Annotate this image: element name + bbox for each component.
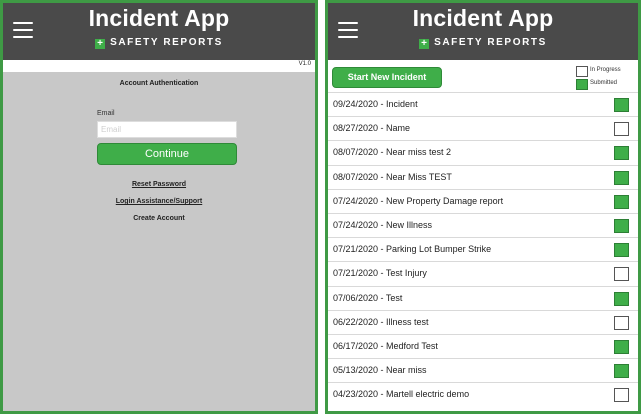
incident-label: 08/07/2020 - Near Miss TEST [333, 171, 452, 182]
in-progress-swatch [576, 66, 588, 77]
list-item[interactable]: 07/06/2020 - Test [328, 285, 638, 310]
email-label: Email [97, 110, 115, 117]
version-bar: V1.0 [3, 60, 315, 72]
list-item[interactable]: 07/21/2020 - Test Injury [328, 261, 638, 285]
incident-list: 09/24/2020 - Incident 08/27/2020 - Name 08… [328, 92, 638, 406]
incident-label: 08/07/2020 - Near miss test 2 [333, 147, 452, 158]
create-account-link[interactable]: Create Account [3, 215, 315, 222]
legend-submitted: Submitted [576, 78, 638, 91]
list-item[interactable]: 08/07/2020 - Near miss test 2 [328, 140, 638, 164]
list-item[interactable]: 06/17/2020 - Medford Test [328, 333, 638, 358]
plus-icon: + [419, 39, 430, 49]
status-indicator [614, 122, 629, 137]
status-indicator [614, 267, 629, 282]
login-screen: Incident App + SAFETY REPORTS V1.0 Accoun… [0, 0, 318, 414]
incident-label: 07/24/2020 - New Illness [333, 219, 433, 230]
start-new-incident-button[interactable]: Start New Incident [332, 67, 442, 88]
list-item[interactable]: 04/23/2020 - Martell electric demo [328, 382, 638, 406]
login-panel: Account Authentication Email Continue Re… [3, 72, 315, 411]
in-progress-label: In Progress [590, 67, 621, 73]
app-header: Incident App + SAFETY REPORTS [3, 3, 315, 60]
incident-label: 06/22/2020 - Illness test [333, 316, 429, 327]
incident-label: 07/06/2020 - Test [333, 292, 403, 303]
status-indicator [614, 388, 629, 403]
status-indicator [614, 98, 629, 112]
reset-password-link[interactable]: Reset Password [3, 181, 315, 188]
app-subtitle: + SAFETY REPORTS [3, 37, 315, 49]
auth-heading: Account Authentication [119, 80, 199, 87]
email-field[interactable] [97, 121, 237, 138]
status-indicator [614, 315, 629, 330]
continue-button[interactable]: Continue [97, 143, 237, 165]
status-indicator [614, 194, 629, 209]
app-title: Incident App [88, 5, 230, 31]
status-indicator [614, 243, 629, 258]
status-indicator [614, 146, 629, 161]
app-header: Incident App + SAFETY REPORTS [328, 3, 638, 60]
app-title: Incident App [412, 5, 554, 31]
app-subtitle-text: SAFETY REPORTS [110, 37, 223, 48]
list-item[interactable]: 07/21/2020 - Parking Lot Bumper Strike [328, 237, 638, 261]
incident-label: 07/21/2020 - Test Injury [333, 268, 427, 279]
list-item[interactable]: 07/24/2020 - New Illness [328, 212, 638, 237]
incident-list-screen: Incident App + SAFETY REPORTS Start New I… [325, 0, 641, 414]
list-item[interactable]: 05/13/2020 - Near miss [328, 358, 638, 382]
status-indicator [614, 170, 629, 185]
incident-label: 07/24/2020 - New Property Damage report [333, 195, 504, 206]
incident-label: 06/17/2020 - Medford Test [333, 340, 438, 351]
list-item[interactable]: 07/24/2020 - New Property Damage report [328, 188, 638, 213]
status-indicator [614, 291, 629, 306]
status-indicator [614, 364, 629, 379]
version-label: V1.0 [298, 61, 311, 67]
submitted-label: Submitted [590, 80, 618, 86]
incident-label: 05/13/2020 - Near miss [333, 365, 427, 376]
app-subtitle-text: SAFETY REPORTS [434, 37, 547, 48]
legend-in-progress: In Progress [576, 65, 638, 78]
list-item[interactable]: 06/22/2020 - Illness test [328, 309, 638, 334]
app-subtitle: + SAFETY REPORTS [328, 37, 638, 49]
incident-label: 04/23/2020 - Martell electric demo [333, 389, 470, 400]
status-indicator [614, 218, 629, 233]
list-item[interactable]: 08/27/2020 - Name [328, 116, 638, 140]
list-item[interactable]: 08/07/2020 - Near Miss TEST [328, 164, 638, 189]
status-indicator [614, 339, 629, 354]
submitted-swatch [576, 79, 588, 90]
incident-label: 07/21/2020 - Parking Lot Bumper Strike [333, 244, 492, 255]
list-item[interactable]: 09/24/2020 - Incident [328, 92, 638, 116]
incident-label: 09/24/2020 - Incident [333, 99, 418, 109]
plus-icon: + [95, 39, 106, 49]
incident-label: 08/27/2020 - Name [333, 123, 411, 134]
login-assistance-link[interactable]: Login Assistance/Support [3, 198, 315, 205]
status-legend: In Progress Submitted [576, 65, 638, 91]
